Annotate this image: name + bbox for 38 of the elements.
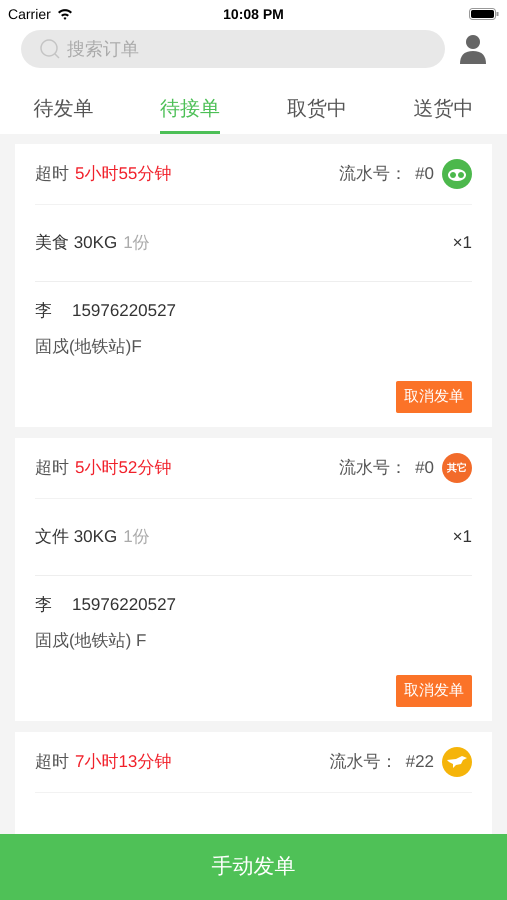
cancel-order-button[interactable]: 取消发单 bbox=[396, 675, 472, 707]
quantity: ×1 bbox=[452, 526, 472, 548]
contact-name: 李 bbox=[35, 300, 52, 322]
serial-label: 流水号： bbox=[330, 751, 398, 774]
clock: 10:08 PM bbox=[223, 4, 284, 24]
search-field[interactable]: 搜索订单 bbox=[21, 30, 445, 68]
battery-icon bbox=[469, 8, 499, 20]
wifi-icon bbox=[56, 8, 73, 20]
quantity: ×1 bbox=[452, 232, 472, 254]
address: 固戍(地铁站) F bbox=[35, 630, 148, 652]
copies-count: 1份 bbox=[123, 526, 150, 548]
contact-name: 李 bbox=[35, 594, 52, 616]
item-description: 美食 30KG bbox=[35, 232, 118, 254]
tab[interactable]: 待发单 bbox=[33, 86, 94, 134]
overdue-label: 超时 bbox=[35, 751, 69, 774]
tab[interactable]: 待接单 bbox=[160, 86, 220, 134]
serial-number: #0 bbox=[415, 163, 434, 186]
user-icon[interactable] bbox=[459, 34, 487, 64]
overdue-time: 7小时13分钟 bbox=[75, 751, 172, 774]
serial-label: 流水号： bbox=[339, 457, 408, 480]
carrier-label: Carrier bbox=[8, 4, 51, 24]
tab[interactable]: 送货中 bbox=[414, 86, 474, 134]
manual-dispatch-button[interactable]: 手动发单 bbox=[0, 834, 507, 900]
cancel-order-button[interactable]: 取消发单 bbox=[396, 381, 472, 413]
address: 固戍(地铁站)F bbox=[35, 336, 143, 358]
overdue-label: 超时 bbox=[35, 163, 69, 186]
copies-count: 1份 bbox=[123, 232, 150, 254]
phone-number: 15976220527 bbox=[72, 594, 176, 616]
overdue-label: 超时 bbox=[35, 457, 69, 480]
serial-number: #22 bbox=[406, 751, 434, 774]
item-description: 文件 30KG bbox=[35, 526, 118, 548]
tab[interactable]: 取货中 bbox=[286, 86, 347, 134]
serial-number: #0 bbox=[415, 457, 434, 480]
overdue-time: 5小时52分钟 bbox=[75, 457, 172, 480]
category-badge: 其它 bbox=[442, 453, 472, 483]
serial-label: 流水号： bbox=[339, 163, 408, 186]
phone-number: 15976220527 bbox=[72, 300, 176, 322]
overdue-time: 5小时55分钟 bbox=[75, 163, 172, 186]
